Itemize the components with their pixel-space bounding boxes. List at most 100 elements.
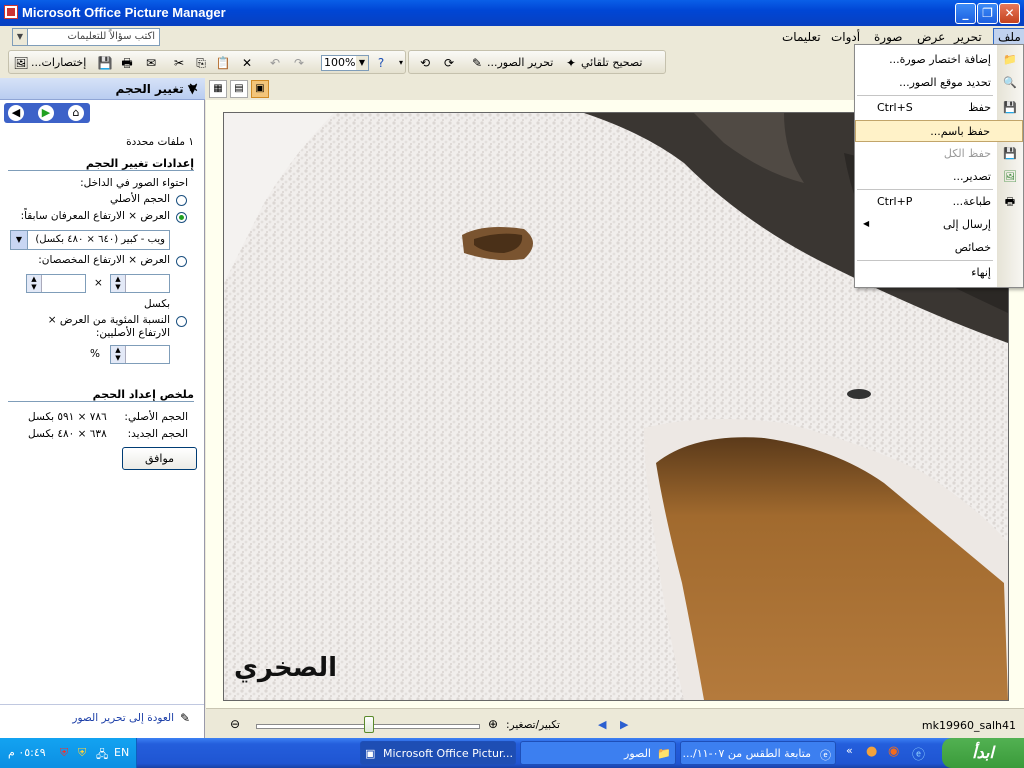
copy-icon[interactable]: ⎘ xyxy=(193,55,209,71)
redo-icon[interactable]: ↷ xyxy=(291,55,307,71)
undo-icon[interactable]: ↶ xyxy=(267,55,283,71)
forward-icon[interactable]: ▶ xyxy=(38,105,54,121)
print-icon: 🖶 xyxy=(1004,195,1016,208)
zoom-select[interactable]: 100% ▼ xyxy=(321,55,369,71)
chevron-down-icon[interactable]: ▼ xyxy=(13,29,28,45)
menu-save-all[interactable]: 💾 حفظ الكل xyxy=(855,143,1023,165)
resize-task-pane: ✕ ▼ تغيير الحجم ◀ ▶ ⌂ ١ ملفات محددة إعدا… xyxy=(0,78,205,738)
percent-radio[interactable] xyxy=(176,316,187,327)
menu-add-picture-shortcut[interactable]: 📁 إضافة اختصار صورة... xyxy=(855,49,1023,71)
cut-icon[interactable]: ✂ xyxy=(171,55,187,71)
ok-button[interactable]: موافق xyxy=(122,447,197,470)
menu-save[interactable]: 💾 حفظ Ctrl+S xyxy=(855,97,1023,119)
menu-help[interactable]: تعليمات xyxy=(782,30,821,44)
chevron-down-icon[interactable]: ▼ xyxy=(11,231,28,249)
chevron-down-icon[interactable]: ▼ xyxy=(356,56,368,70)
start-button[interactable]: ابدأ xyxy=(942,738,1024,768)
original-size-summary-label: الحجم الأصلي: xyxy=(124,411,188,423)
ie-icon: ⓔ xyxy=(820,749,831,762)
app-icon[interactable] xyxy=(4,5,18,19)
back-icon[interactable]: ◀ xyxy=(8,105,24,121)
task-weather-browser[interactable]: متابعة الطقس من ٠٧-١١/... ⓔ xyxy=(680,741,836,765)
zoom-slider-thumb[interactable] xyxy=(364,716,374,733)
files-selected-text: ١ ملفات محددة xyxy=(126,136,194,148)
menu-print[interactable]: 🖶 طباعة... Ctrl+P xyxy=(855,191,1023,213)
edit-pictures-button[interactable]: تحرير الصور... xyxy=(487,56,553,69)
predefined-size-label[interactable]: العرض × الارتفاع المعرفان سابقاً: xyxy=(21,210,170,222)
maximize-button[interactable]: ❐ xyxy=(977,3,998,24)
save-icon: 💾 xyxy=(1003,101,1017,114)
percent-stepper[interactable]: ▲ ▼ xyxy=(110,345,170,364)
network-icon[interactable]: 🖧 xyxy=(96,746,108,765)
new-size-summary-label: الحجم الجديد: xyxy=(127,428,188,440)
custom-width-stepper[interactable]: ▲ ▼ xyxy=(110,274,170,293)
edit-pictures-icon[interactable]: ✎ xyxy=(180,711,190,725)
home-icon[interactable]: ⌂ xyxy=(68,105,84,121)
firefox-icon[interactable]: ◉ xyxy=(888,744,899,759)
edit-pictures-icon[interactable]: ✎ xyxy=(469,55,485,71)
menu-view[interactable]: عرض xyxy=(917,30,945,44)
original-size-radio[interactable] xyxy=(176,195,187,206)
original-size-label[interactable]: الحجم الأصلي xyxy=(110,193,170,205)
locate-pictures-icon: 🔍 xyxy=(1003,76,1017,89)
menu-picture[interactable]: صورة xyxy=(874,30,902,44)
export-icon: 🖼 xyxy=(1003,170,1017,183)
menu-export[interactable]: 🖼 تصدير... xyxy=(855,166,1023,188)
rotate-right-icon[interactable]: ⟳ xyxy=(441,55,457,71)
custom-size-radio[interactable] xyxy=(176,256,187,267)
folder-add-icon: 📁 xyxy=(1003,53,1017,66)
print-icon[interactable]: 🖶 xyxy=(119,55,135,71)
task-pane-title[interactable]: ▼ تغيير الحجم xyxy=(116,82,197,96)
window-title: Microsoft Office Picture Manager xyxy=(22,5,226,20)
menu-send-to[interactable]: ◀ إرسال إلى xyxy=(855,214,1023,236)
next-picture-icon[interactable]: ▶ xyxy=(620,718,628,731)
back-to-edit-link[interactable]: العودة إلى تحرير الصور xyxy=(72,712,174,724)
media-player-icon[interactable]: ● xyxy=(866,744,877,759)
task-picture-manager[interactable]: Microsoft Office Pictur... ▣ xyxy=(360,741,516,765)
zoom-out-icon[interactable]: ⊖ xyxy=(230,717,240,731)
menu-tools[interactable]: أدوات xyxy=(831,30,860,44)
menu-separator xyxy=(857,95,993,96)
predefined-size-radio[interactable] xyxy=(176,212,187,223)
menu-properties[interactable]: خصائص xyxy=(855,237,1023,259)
menu-edit[interactable]: تحرير xyxy=(954,30,982,44)
contain-label: احتواء الصور في الداخل: xyxy=(80,177,188,189)
quick-launch-expand-icon[interactable]: « xyxy=(846,744,853,757)
filmstrip-view-icon[interactable]: ▤ xyxy=(230,80,248,98)
email-icon[interactable]: ✉ xyxy=(143,55,159,71)
size-summary-header: ملخص إعداد الحجم xyxy=(8,388,194,402)
save-icon[interactable]: 💾 xyxy=(97,55,113,71)
paste-icon[interactable]: 📋 xyxy=(215,55,231,71)
menu-exit[interactable]: إنهاء xyxy=(855,262,1023,284)
clock[interactable]: ٠٥:٤٩ م xyxy=(8,746,46,759)
custom-height-stepper[interactable]: ▲ ▼ xyxy=(26,274,86,293)
ask-question-input[interactable]: ▼ اكتب سؤالاً للتعليمات xyxy=(12,28,160,46)
close-button[interactable]: ✕ xyxy=(999,3,1020,24)
custom-size-label[interactable]: العرض × الارتفاع المخصصان: xyxy=(38,254,170,266)
minimize-button[interactable]: _ xyxy=(955,3,976,24)
zoom-in-icon[interactable]: ⊕ xyxy=(488,717,498,731)
delete-icon[interactable]: ✕ xyxy=(239,55,255,71)
autocorrect-icon[interactable]: ✦ xyxy=(563,55,579,71)
ie-quick-icon[interactable]: ⓔ xyxy=(912,744,925,763)
thumbnail-view-icon[interactable]: ▦ xyxy=(209,80,227,98)
rotate-left-icon[interactable]: ⟲ xyxy=(417,55,433,71)
single-picture-view-icon[interactable]: ▣ xyxy=(251,80,269,98)
autocorrect-button[interactable]: تصحيح تلقائي xyxy=(581,56,642,69)
menu-separator xyxy=(857,260,993,261)
language-indicator[interactable]: EN xyxy=(114,746,129,759)
security-shield-icon[interactable]: ⛨ xyxy=(60,746,68,760)
warning-shield-icon[interactable]: ⛨ xyxy=(78,746,86,760)
standard-toolbar: 🖼 إختصارات... 💾 🖶 ✉ ✂ ⎘ 📋 ✕ ↶ ↷ 100% ▼ ?… xyxy=(8,50,406,74)
toolbar-options-icon[interactable]: ▾ xyxy=(393,55,409,71)
menu-locate-pictures[interactable]: 🔍 تحديد موقع الصور... xyxy=(855,72,1023,94)
percent-label[interactable]: النسبة المئوية من العرض × الارتفاع الأصل… xyxy=(20,314,170,340)
task-pictures-folder[interactable]: الصور 📁 xyxy=(520,741,676,765)
help-icon[interactable]: ? xyxy=(373,55,389,71)
shortcuts-icon[interactable]: 🖼 xyxy=(13,55,29,71)
predefined-size-select[interactable]: ▼ ويب - كبير (٦٤٠ × ٤٨٠ بكسل) xyxy=(10,230,170,250)
previous-picture-icon[interactable]: ◀ xyxy=(598,718,606,731)
shortcuts-button[interactable]: إختصارات... xyxy=(31,56,86,69)
save-all-icon: 💾 xyxy=(1003,147,1017,160)
menu-save-as[interactable]: حفظ باسم... xyxy=(855,120,1023,142)
